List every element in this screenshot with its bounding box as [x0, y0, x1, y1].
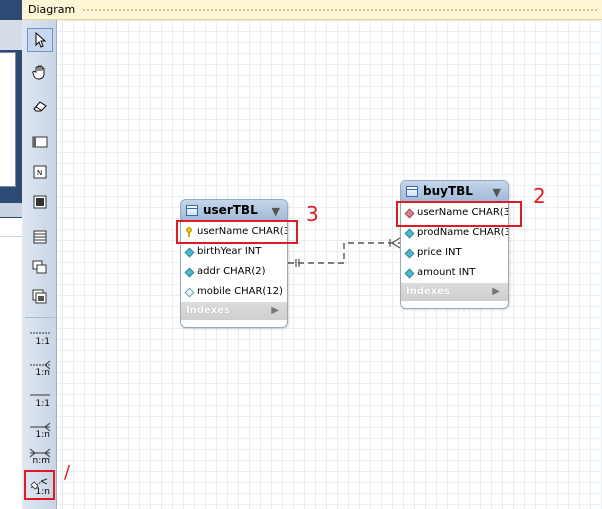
annotation-number-3: 3 [306, 202, 319, 226]
table-userTBL[interactable]: userTBL ▼ userName CHAR(3) birthYear INT… [180, 199, 288, 328]
column-text: addr CHAR(2) [197, 266, 266, 277]
table-icon [406, 186, 418, 197]
column-row[interactable]: mobile CHAR(12) [181, 282, 287, 302]
annotation-box-1 [24, 470, 55, 500]
not-null-icon [184, 247, 195, 258]
collapse-icon[interactable]: ▼ [493, 186, 501, 199]
table-header[interactable]: buyTBL ▼ [401, 181, 508, 203]
column-text: mobile CHAR(12) [197, 286, 283, 297]
annotation-box-3 [176, 220, 298, 244]
annotation-box-2 [396, 201, 522, 227]
not-null-icon [184, 267, 195, 278]
expand-arrow-icon[interactable]: ▶ [271, 302, 279, 320]
annotation-number-2: 2 [533, 184, 546, 208]
indexes-section[interactable]: Indexes ▶ [401, 283, 508, 301]
column-row[interactable]: amount INT [401, 263, 508, 283]
not-null-icon [404, 248, 415, 259]
column-text: amount INT [417, 267, 476, 278]
relationship-line[interactable] [0, 0, 602, 509]
expand-arrow-icon[interactable]: ▶ [492, 283, 500, 301]
indexes-label: Indexes [186, 305, 230, 316]
annotation-number-1: / [64, 462, 71, 483]
nullable-icon [184, 287, 195, 298]
not-null-icon [404, 228, 415, 239]
not-null-icon [404, 268, 415, 279]
table-icon [186, 205, 198, 216]
column-text: birthYear INT [197, 246, 262, 257]
column-row[interactable]: addr CHAR(2) [181, 262, 287, 282]
table-name: buyTBL [423, 184, 473, 198]
column-text: price INT [417, 247, 462, 258]
column-text: prodName CHAR(3) [417, 227, 509, 238]
column-row[interactable]: birthYear INT [181, 242, 287, 262]
table-name: userTBL [203, 203, 258, 217]
table-header[interactable]: userTBL ▼ [181, 200, 287, 222]
indexes-section[interactable]: Indexes ▶ [181, 302, 287, 320]
indexes-label: Indexes [406, 286, 450, 297]
column-row[interactable]: price INT [401, 243, 508, 263]
collapse-icon[interactable]: ▼ [272, 205, 280, 218]
table-buyTBL[interactable]: buyTBL ▼ userName CHAR(3) prodName CHAR(… [400, 180, 509, 309]
